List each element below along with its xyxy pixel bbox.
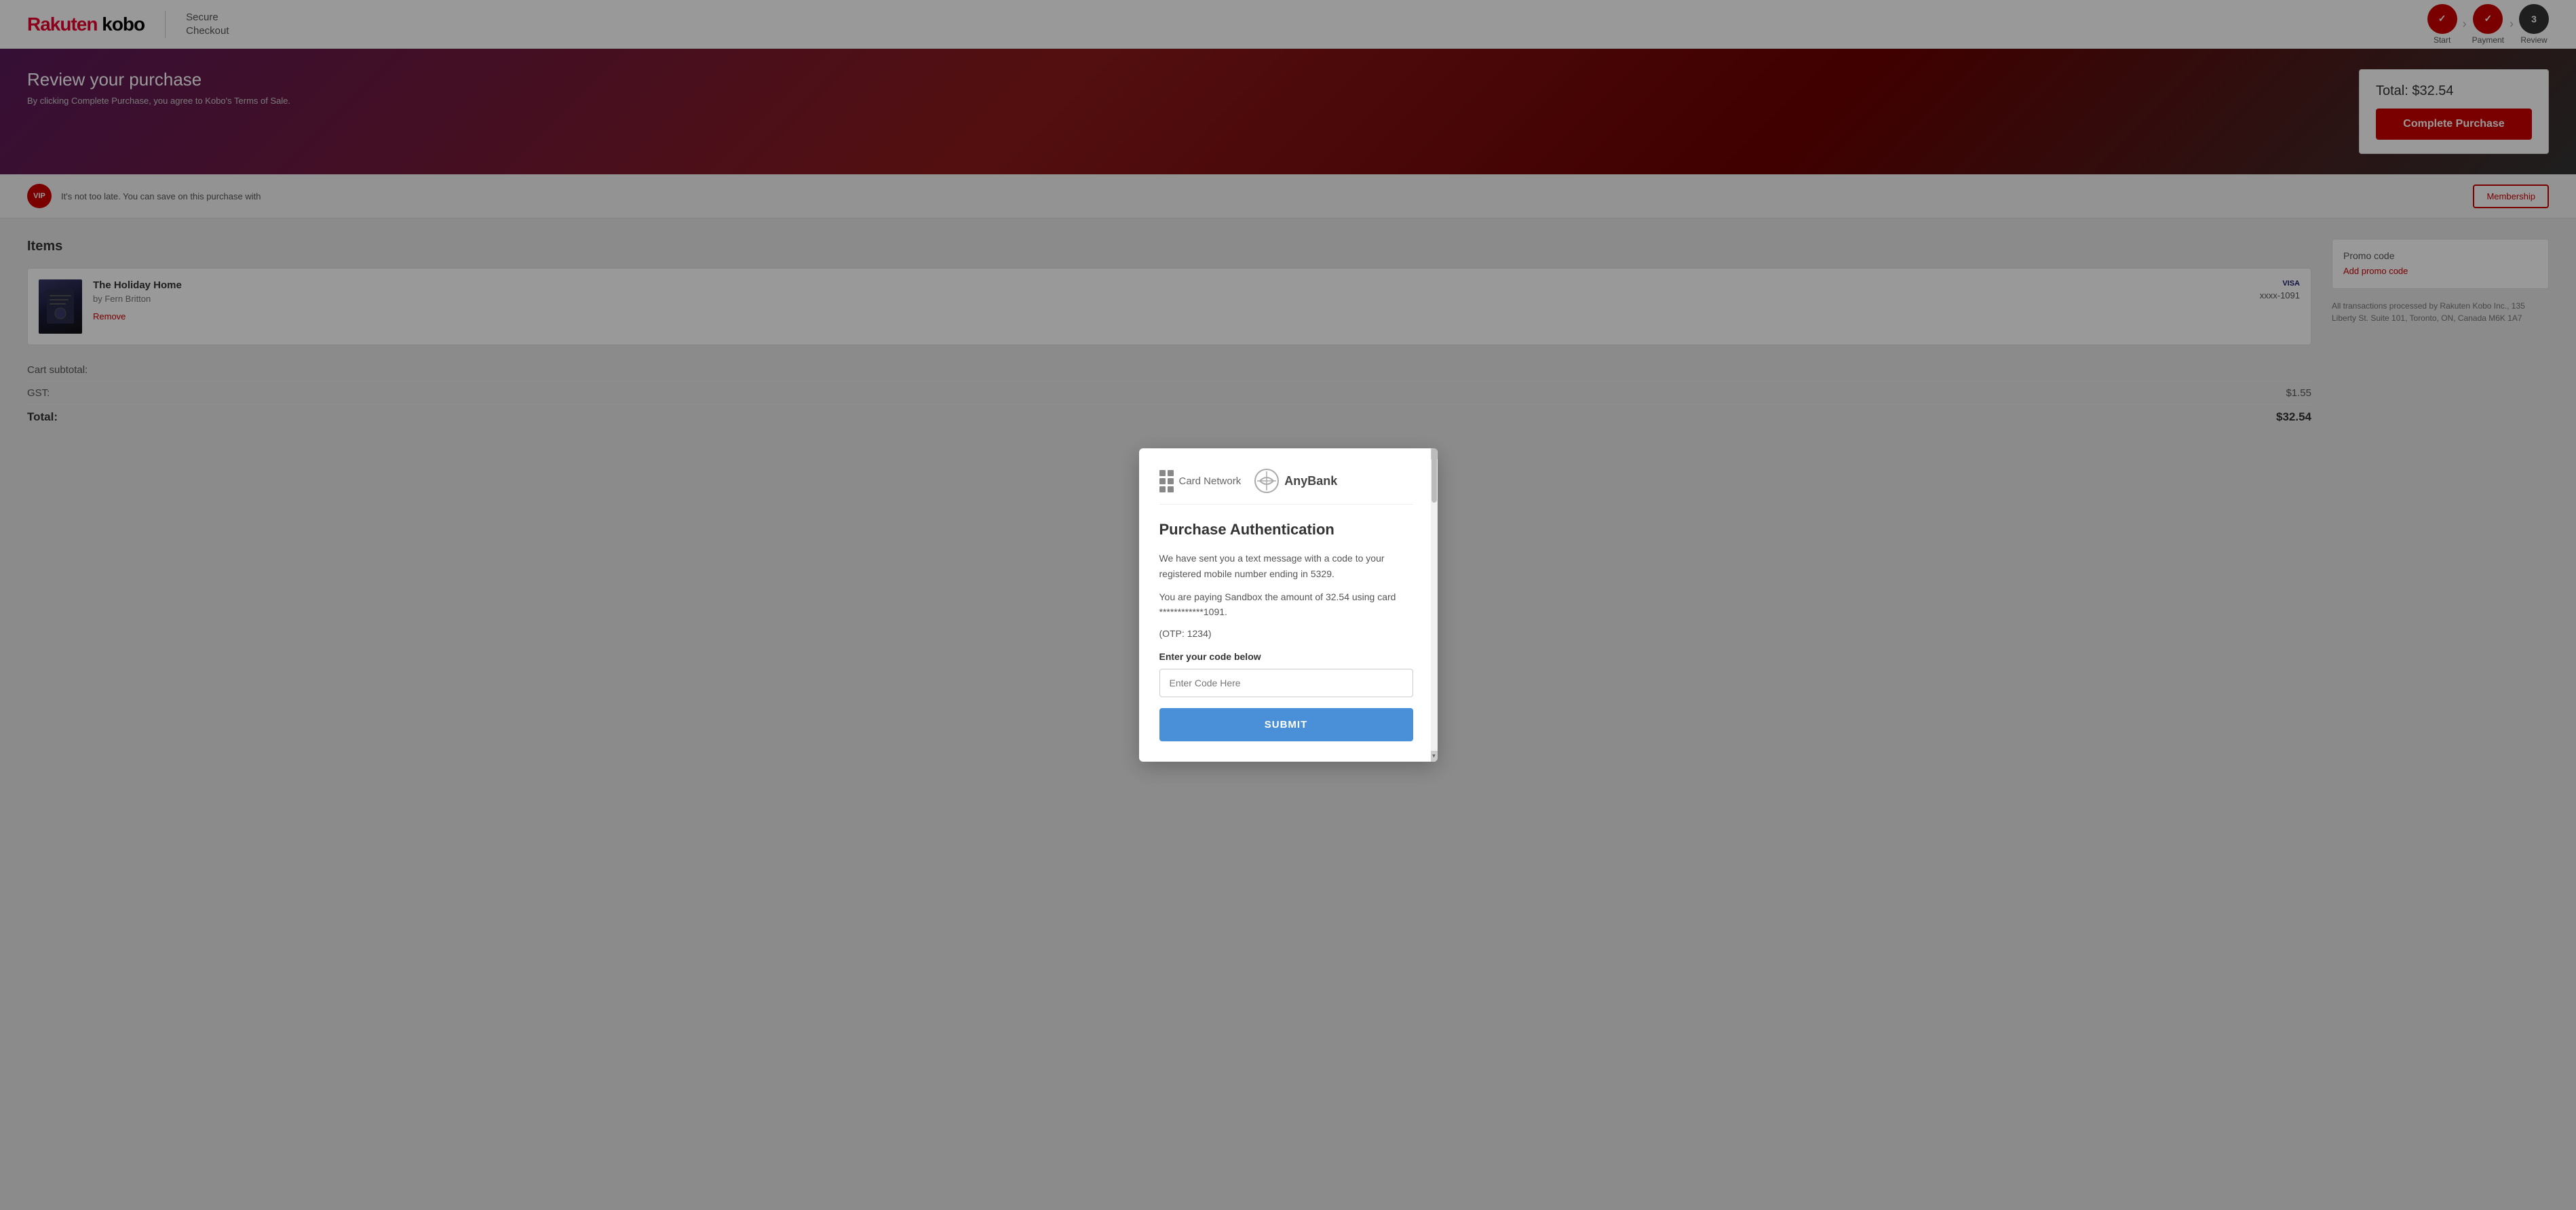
anybank-logo: AnyBank <box>1254 469 1337 493</box>
modal-logos: Card Network AnyBank <box>1159 469 1413 505</box>
card-network-text: Card Network <box>1179 475 1242 487</box>
cn-dot-2 <box>1168 470 1174 476</box>
modal-body: Card Network AnyBank Purchase Authentica… <box>1139 448 1438 762</box>
scrollbar-track: ▲ ▼ <box>1431 448 1438 762</box>
scrollbar-arrow-down[interactable]: ▼ <box>1431 751 1438 762</box>
scrollbar-thumb[interactable] <box>1431 448 1437 503</box>
code-input[interactable] <box>1159 669 1413 697</box>
cn-dot-1 <box>1159 470 1166 476</box>
cn-dot-6 <box>1168 486 1174 492</box>
submit-button[interactable]: SUBMIT <box>1159 708 1413 741</box>
cn-dot-5 <box>1159 486 1166 492</box>
modal-description-2: You are paying Sandbox the amount of 32.… <box>1159 589 1413 620</box>
cn-dot-3 <box>1159 478 1166 484</box>
anybank-icon-svg <box>1254 469 1279 493</box>
enter-code-label: Enter your code below <box>1159 651 1413 662</box>
modal-title: Purchase Authentication <box>1159 521 1413 539</box>
authentication-modal: ▲ ▼ Card Network <box>1139 448 1438 762</box>
modal-otp: (OTP: 1234) <box>1159 628 1413 639</box>
anybank-label: AnyBank <box>1284 474 1337 488</box>
modal-description-1: We have sent you a text message with a c… <box>1159 551 1413 581</box>
cn-dot-4 <box>1168 478 1174 484</box>
card-network-logo: Card Network <box>1159 470 1242 492</box>
card-network-grid-icon <box>1159 470 1174 492</box>
modal-overlay: ▲ ▼ Card Network <box>0 0 2576 1210</box>
